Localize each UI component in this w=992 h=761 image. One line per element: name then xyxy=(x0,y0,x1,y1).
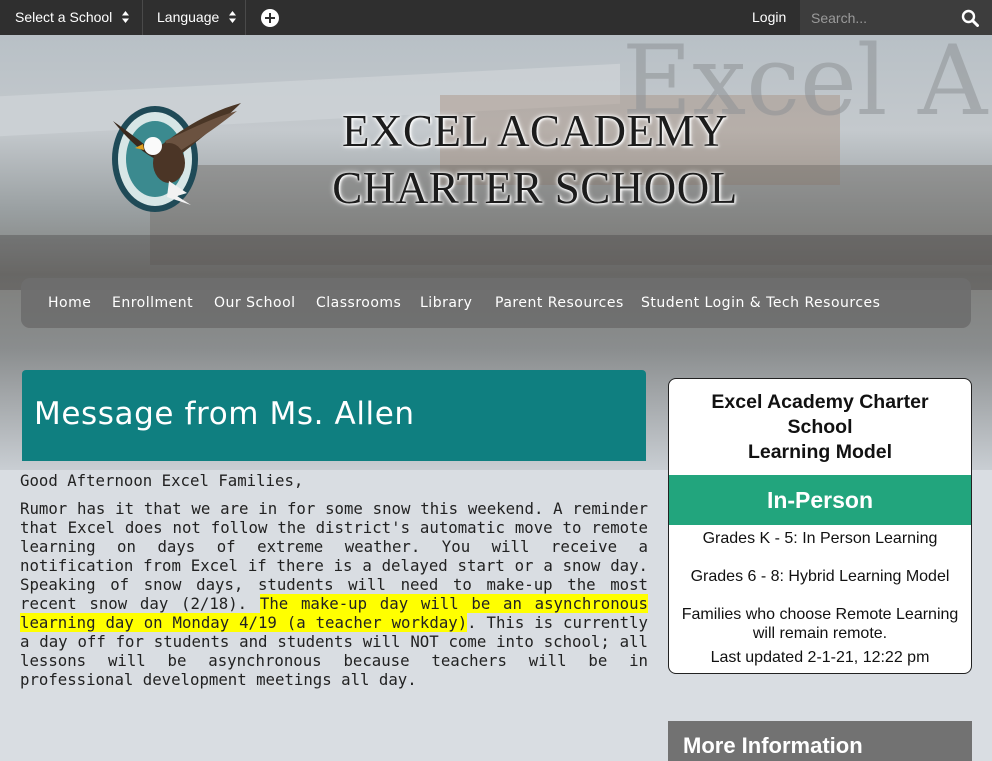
page-title: Message from Ms. Allen xyxy=(34,396,415,432)
message-paragraph: Rumor has it that we are in for some sno… xyxy=(20,499,648,689)
nav-item-home[interactable]: Home xyxy=(48,278,91,328)
school-select-label: Select a School xyxy=(15,9,113,25)
main-navigation: Home Enrollment Our School Classrooms Li… xyxy=(21,278,971,328)
card-title-line-1: Excel Academy Charter xyxy=(711,391,929,413)
nav-item-classrooms[interactable]: Classrooms xyxy=(316,278,401,328)
learning-model-title: Excel Academy Charter School Learning Mo… xyxy=(669,390,971,465)
nav-item-student-login[interactable]: Student Login & Tech Resources xyxy=(641,278,880,328)
nav-item-parent-resources[interactable]: Parent Resources xyxy=(495,278,624,328)
school-name: EXCEL ACADEMY CHARTER SCHOOL xyxy=(300,103,770,217)
search-icon[interactable] xyxy=(961,9,979,27)
divider xyxy=(245,0,246,35)
top-utility-bar: Select a School Language Login xyxy=(0,0,992,35)
grades-6-8-info: Grades 6 - 8: Hybrid Learning Model xyxy=(690,568,950,585)
language-label: Language xyxy=(157,9,220,25)
school-select-dropdown[interactable]: Select a School xyxy=(15,0,130,35)
message-body: Good Afternoon Excel Families, Rumor has… xyxy=(20,471,648,698)
nav-item-our-school[interactable]: Our School xyxy=(214,278,296,328)
plus-circle-icon[interactable] xyxy=(261,9,279,27)
learning-mode-banner: In-Person xyxy=(669,475,971,525)
grades-k5-info: Grades K - 5: In Person Learning xyxy=(702,530,938,547)
school-name-line-2: CHARTER SCHOOL xyxy=(332,163,738,213)
card-title-line-3: Learning Model xyxy=(747,441,893,463)
last-updated: Last updated 2-1-21, 12:22 pm xyxy=(710,649,930,666)
nav-item-library[interactable]: Library xyxy=(420,278,472,328)
learning-model-card: Excel Academy Charter School Learning Mo… xyxy=(668,378,972,674)
nav-item-enrollment[interactable]: Enrollment xyxy=(112,278,193,328)
school-eagle-logo[interactable] xyxy=(105,101,245,219)
search-input[interactable] xyxy=(800,0,961,35)
divider xyxy=(142,0,143,35)
message-header: Message from Ms. Allen xyxy=(22,370,646,461)
remote-learning-info: Families who choose Remote Learning will… xyxy=(681,606,959,642)
sort-arrows-icon xyxy=(229,11,237,23)
more-information-header: More Information xyxy=(668,721,972,761)
language-dropdown[interactable]: Language xyxy=(157,0,237,35)
greeting: Good Afternoon Excel Families, xyxy=(20,471,304,490)
card-title-line-2: School xyxy=(787,416,853,438)
sort-arrows-icon xyxy=(122,11,130,23)
school-name-line-1: EXCEL ACADEMY xyxy=(341,106,729,156)
login-link[interactable]: Login xyxy=(752,0,786,35)
